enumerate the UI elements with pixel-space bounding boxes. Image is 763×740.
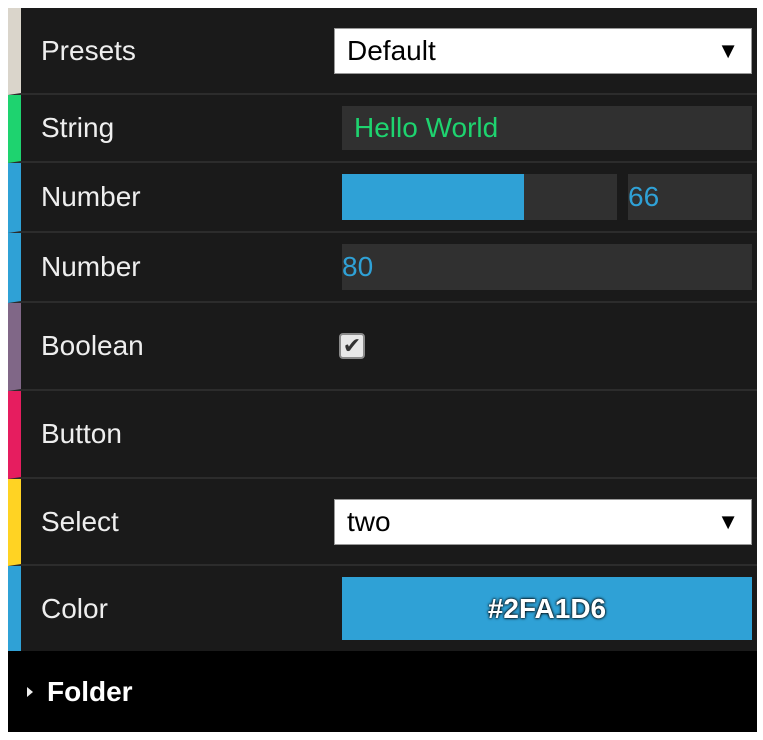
number-label: Number: [41, 251, 141, 282]
select-row: Select two ▼: [8, 479, 757, 566]
folder-header[interactable]: Folder: [8, 651, 757, 732]
color-label: Color: [41, 592, 108, 624]
boolean-row: Boolean ✔: [8, 303, 757, 391]
string-row: String Hello World: [8, 95, 757, 163]
presets-select-value: Default: [347, 34, 436, 66]
triangle-right-icon: [27, 686, 33, 697]
number-slider-control: 66: [334, 163, 752, 231]
select-value: two: [347, 505, 391, 537]
number-slider[interactable]: [342, 174, 617, 220]
button-row[interactable]: Button: [8, 391, 757, 479]
string-label: String: [41, 112, 115, 143]
color-picker[interactable]: #2FA1D6: [342, 577, 752, 640]
presets-label: Presets: [41, 34, 136, 66]
color-row: Color #2FA1D6: [8, 566, 757, 653]
number-row: Number 80: [8, 233, 757, 303]
number-slider-fill: [342, 174, 524, 220]
presets-control: Default ▼: [334, 8, 752, 93]
boolean-checkbox[interactable]: ✔: [339, 333, 365, 359]
number-slider-wrap: 66: [342, 174, 752, 220]
number-slider-row: Number 66: [8, 163, 757, 233]
number-slider-input[interactable]: 66: [628, 174, 752, 220]
boolean-label: Boolean: [41, 330, 144, 361]
button-label[interactable]: Button: [41, 391, 122, 477]
gui-panel: Presets Default ▼ String Hello World Num…: [8, 8, 757, 732]
dropdown-arrow-icon: ▼: [717, 508, 739, 534]
color-control: #2FA1D6: [334, 566, 752, 651]
number-control: 80: [334, 233, 752, 301]
string-control: Hello World: [334, 95, 752, 161]
select-control: two ▼: [334, 479, 752, 564]
folder-title: Folder: [47, 675, 133, 707]
dropdown-arrow-icon: ▼: [717, 37, 739, 63]
boolean-control: ✔: [334, 303, 752, 389]
presets-row: Presets Default ▼: [8, 8, 757, 95]
checkmark-icon: ✔: [342, 333, 362, 358]
select-label: Select: [41, 505, 119, 537]
number-slider-label: Number: [41, 181, 141, 212]
select-dropdown[interactable]: two ▼: [334, 498, 752, 545]
string-input[interactable]: Hello World: [342, 106, 752, 150]
number-input[interactable]: 80: [342, 244, 752, 290]
presets-select[interactable]: Default ▼: [334, 27, 752, 74]
